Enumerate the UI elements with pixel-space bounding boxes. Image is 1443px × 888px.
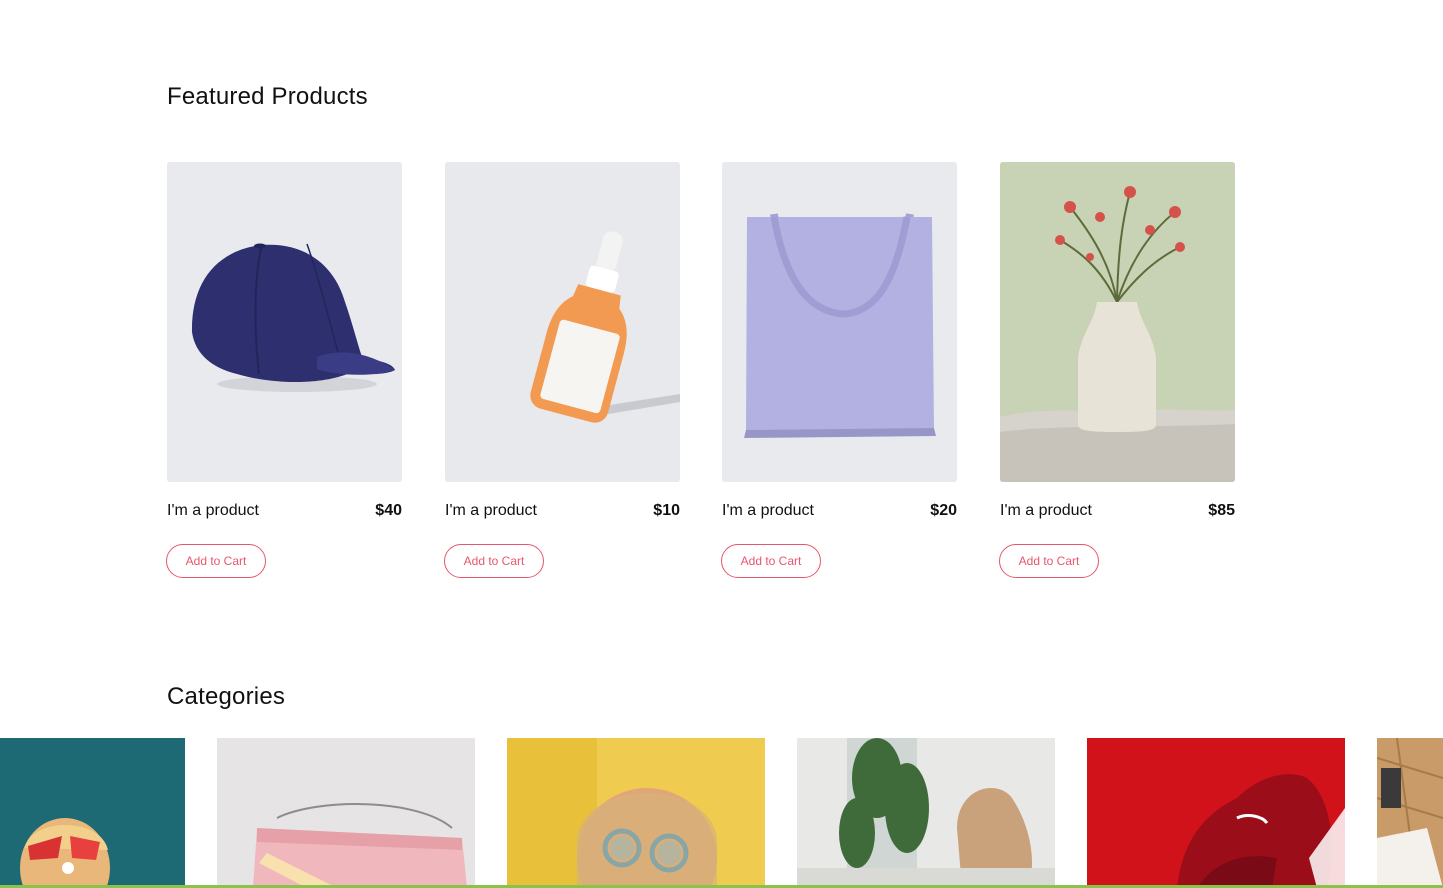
product-card: I'm a product $20 Add to Cart xyxy=(721,162,957,578)
pink-handbag-image xyxy=(217,738,475,888)
product-info: I'm a product $10 xyxy=(445,501,680,521)
category-tile[interactable] xyxy=(797,738,1055,888)
tote-bag-illustration xyxy=(722,162,957,482)
product-info: I'm a product $40 xyxy=(167,501,402,521)
category-tile[interactable] xyxy=(217,738,475,888)
product-grid: I'm a product $40 Add to Cart I'm a prod… xyxy=(166,162,1235,592)
product-name[interactable]: I'm a product xyxy=(1000,502,1092,520)
woman-heart-sunglasses-image xyxy=(0,738,185,888)
red-sneaker-image xyxy=(1087,738,1345,888)
product-name[interactable]: I'm a product xyxy=(167,502,259,520)
category-tile[interactable] xyxy=(0,738,185,888)
product-info: I'm a product $85 xyxy=(1000,501,1235,521)
product-card: I'm a product $85 Add to Cart xyxy=(999,162,1235,578)
categories-title: Categories xyxy=(167,683,286,710)
product-info: I'm a product $20 xyxy=(722,501,957,521)
add-to-cart-button[interactable]: Add to Cart xyxy=(444,544,544,578)
categories-strip xyxy=(0,738,1443,888)
product-card: I'm a product $40 Add to Cart xyxy=(166,162,402,578)
add-to-cart-button[interactable]: Add to Cart xyxy=(999,544,1099,578)
add-to-cart-button[interactable]: Add to Cart xyxy=(166,544,266,578)
category-tile[interactable] xyxy=(1377,738,1443,888)
baseball-cap-illustration xyxy=(167,162,402,482)
product-name[interactable]: I'm a product xyxy=(722,502,814,520)
dropper-bottle-illustration xyxy=(445,162,680,482)
featured-products-title: Featured Products xyxy=(167,83,368,110)
product-price: $40 xyxy=(375,502,402,519)
product-name[interactable]: I'm a product xyxy=(445,502,537,520)
wooden-floor-image xyxy=(1377,738,1443,888)
product-image-bottle[interactable] xyxy=(445,162,680,482)
page: Featured Products I'm a product $40 Add xyxy=(0,0,1443,888)
product-image-vase[interactable] xyxy=(1000,162,1235,482)
product-image-cap[interactable] xyxy=(167,162,402,482)
product-price: $85 xyxy=(1208,502,1235,519)
category-tile[interactable] xyxy=(1087,738,1345,888)
product-price: $10 xyxy=(653,502,680,519)
vase-with-roses-illustration xyxy=(1000,162,1235,482)
product-card: I'm a product $10 Add to Cart xyxy=(444,162,680,578)
product-image-tote[interactable] xyxy=(722,162,957,482)
category-tile[interactable] xyxy=(507,738,765,888)
add-to-cart-button[interactable]: Add to Cart xyxy=(721,544,821,578)
woman-with-plants-image xyxy=(797,738,1055,888)
product-price: $20 xyxy=(930,502,957,519)
woman-round-sunglasses-image xyxy=(507,738,765,888)
